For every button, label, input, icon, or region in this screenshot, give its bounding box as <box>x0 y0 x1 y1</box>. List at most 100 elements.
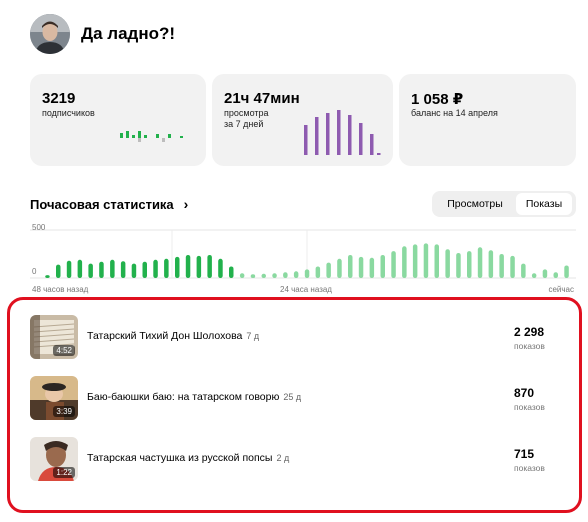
hourly-bar <box>131 263 137 278</box>
video-title-text: Татарская частушка из русской попсы <box>87 452 273 464</box>
hourly-chart: 500 0 48 часов назад 24 часа назад сейча… <box>30 222 576 297</box>
spark-bar <box>156 134 159 138</box>
video-impressions-count: 2 298 <box>514 325 545 339</box>
hourly-bar <box>542 269 548 278</box>
subscribers-card[interactable]: 3219 подписчиков <box>30 74 206 166</box>
channel-avatar[interactable] <box>30 14 70 54</box>
video-title[interactable]: Татарская частушка из русской попсы 2 д <box>87 452 289 464</box>
balance-label: баланс на 14 апреля <box>411 108 498 118</box>
hourly-bar <box>56 264 61 278</box>
hourly-bar <box>315 266 321 278</box>
spark-bar <box>138 131 141 138</box>
hourly-metric-toggle: Просмотры Показы <box>432 191 576 217</box>
hourly-bar <box>477 247 483 278</box>
spark-bar <box>326 113 330 155</box>
video-title-text: Баю-баюшки баю: на татарском говорю <box>87 391 280 403</box>
hourly-bar <box>110 259 115 278</box>
spark-bar <box>377 153 381 155</box>
spark-bar-neg <box>138 138 141 142</box>
spark-bar <box>337 110 341 155</box>
spark-bar <box>132 135 135 138</box>
balance-card[interactable]: 1 058 ₽ баланс на 14 апреля <box>399 74 576 166</box>
hourly-bar <box>564 265 569 278</box>
hourly-bar <box>153 259 158 278</box>
hourly-bar <box>423 243 429 278</box>
subscribers-label: подписчиков <box>42 108 95 118</box>
video-duration: 3:39 <box>53 406 75 417</box>
hourly-bar <box>348 255 353 278</box>
tab-views[interactable]: Просмотры <box>434 193 516 215</box>
hourly-bar <box>510 255 515 278</box>
hourly-bar <box>218 258 223 278</box>
watch-time-card[interactable]: 21ч 47мин просмотра за 7 дней <box>212 74 393 166</box>
video-thumbnail[interactable]: 3:39 <box>30 376 78 420</box>
hourly-bar <box>358 256 364 278</box>
hourly-bar <box>456 253 461 278</box>
spark-bar <box>144 135 147 138</box>
subscribers-value: 3219 <box>42 90 76 107</box>
hourly-bar <box>229 266 234 278</box>
hourly-bar <box>434 244 439 278</box>
spark-bar <box>180 136 183 138</box>
hourly-bar <box>196 255 202 278</box>
hourly-bar <box>499 254 504 278</box>
hourly-stats-title-text: Почасовая статистика <box>30 196 174 212</box>
hourly-bar <box>239 273 245 278</box>
video-impressions-count: 870 <box>514 386 535 400</box>
hourly-bar <box>391 251 396 278</box>
hourly-bar <box>293 271 299 278</box>
tab-impressions[interactable]: Показы <box>516 193 572 215</box>
hourly-bar <box>467 251 472 278</box>
watch-time-value: 21ч 47мин <box>224 90 300 107</box>
spark-bar <box>315 117 319 155</box>
video-duration: 4:52 <box>53 345 75 356</box>
video-title[interactable]: Баю-баюшки баю: на татарском говорю 25 д <box>87 391 301 403</box>
y-axis-min-label: 0 <box>32 267 37 276</box>
video-row[interactable]: 4:52 Татарский Тихий Дон Шолохова 7 д 2 2… <box>30 315 564 359</box>
watch-time-label-line2: за 7 дней <box>224 119 264 129</box>
x-axis-label-end: сейчас <box>548 285 574 294</box>
hourly-bar <box>120 261 126 278</box>
spark-bar <box>359 123 363 155</box>
channel-name: Да ладно?! <box>81 24 176 43</box>
channel-header: Да ладно?! <box>30 13 175 55</box>
watch-time-label-line1: просмотра <box>224 108 269 118</box>
spark-bar <box>120 133 123 138</box>
hourly-stats-title[interactable]: Почасовая статистика › <box>30 196 188 212</box>
y-axis-max-label: 500 <box>32 223 46 232</box>
video-duration: 1:22 <box>53 467 75 478</box>
hourly-bar <box>175 256 180 278</box>
watch-time-label: просмотра за 7 дней <box>224 108 269 130</box>
hourly-bar <box>272 273 277 278</box>
hourly-bar <box>488 250 494 278</box>
hourly-bar <box>99 261 104 278</box>
hourly-bar <box>369 257 375 278</box>
x-axis-label-mid: 24 часа назад <box>280 285 332 294</box>
hourly-bar <box>77 259 83 278</box>
hourly-bar <box>380 255 385 278</box>
hourly-bar <box>185 255 191 278</box>
video-title[interactable]: Татарский Тихий Дон Шолохова 7 д <box>87 330 259 342</box>
hourly-bar <box>445 249 450 278</box>
video-row[interactable]: 1:22 Татарская частушка из русской попсы… <box>30 437 564 481</box>
hourly-bar <box>283 272 288 278</box>
hourly-bar <box>326 262 331 278</box>
hourly-bar <box>164 258 169 278</box>
spark-bar <box>304 125 308 155</box>
watch-time-sparkline <box>304 110 381 155</box>
video-thumbnail[interactable]: 4:52 <box>30 315 78 359</box>
video-impressions-count: 715 <box>514 447 535 461</box>
video-age: 25 д <box>283 392 302 402</box>
hourly-bar <box>142 261 147 278</box>
hourly-bar <box>531 273 537 278</box>
video-impressions-label: показов <box>514 463 545 473</box>
hourly-bar <box>250 274 256 278</box>
video-title-text: Татарский Тихий Дон Шолохова <box>87 330 243 342</box>
hourly-bar <box>521 263 526 278</box>
video-age: 7 д <box>246 331 260 341</box>
video-thumbnail[interactable]: 1:22 <box>30 437 78 481</box>
hourly-bar <box>402 246 407 278</box>
spark-bar <box>348 115 352 155</box>
hourly-bar <box>45 275 50 278</box>
video-row[interactable]: 3:39 Баю-баюшки баю: на татарском говорю… <box>30 376 564 420</box>
